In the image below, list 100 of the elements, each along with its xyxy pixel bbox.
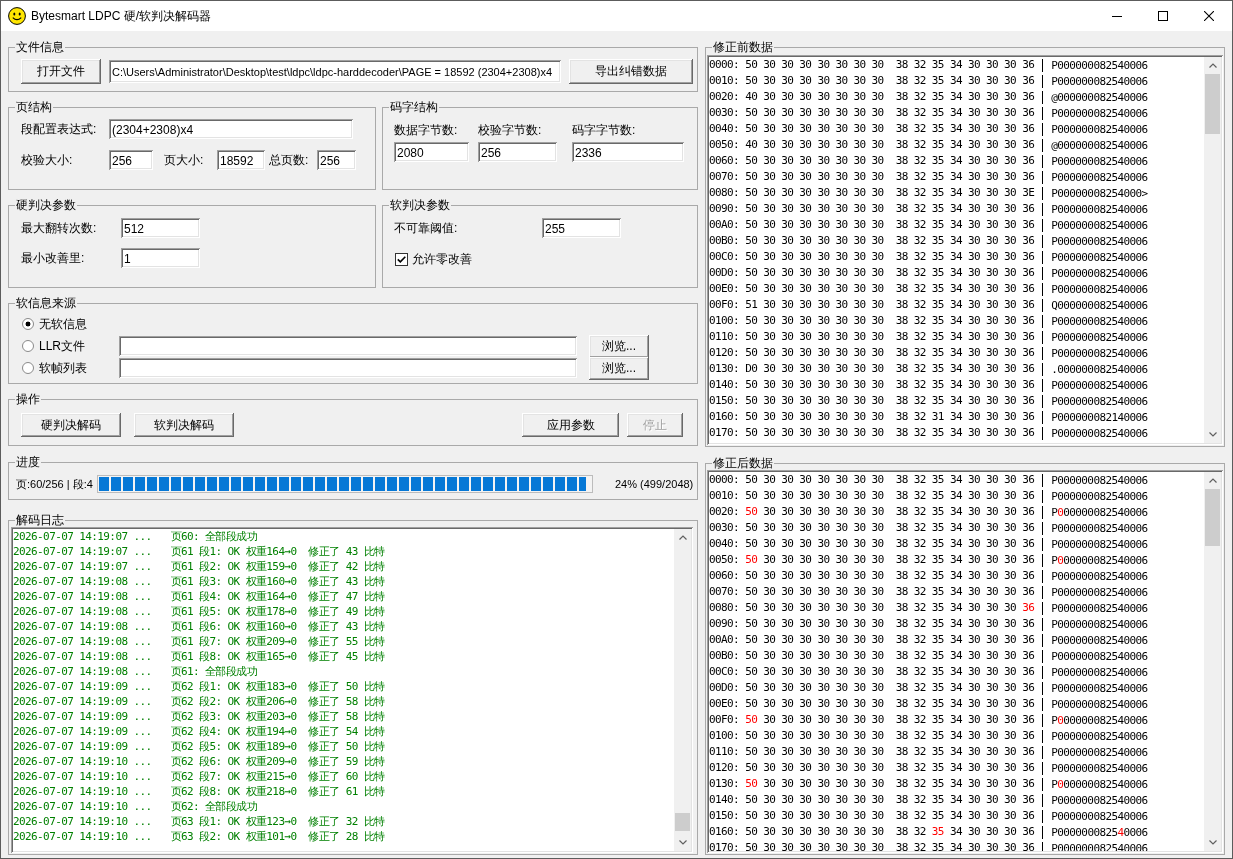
ascii-text: P000000082540006 (1042, 681, 1148, 695)
checkbox[interactable] (395, 252, 408, 266)
close-icon[interactable] (1204, 11, 1214, 21)
log-timestamp: 2026-07-07 14:19:09 ... (13, 724, 152, 739)
hex-offset: 0150: (709, 394, 740, 408)
scroll-down-icon[interactable] (1208, 840, 1217, 845)
field-label: 段配置表达式: (21, 122, 98, 136)
ascii-text: Q000000082540006 (1042, 298, 1148, 312)
maximize-icon[interactable] (1158, 11, 1168, 21)
hex-bytes: 50 30 30 30 30 30 30 30 38 32 35 34 30 30 30 36 (745, 649, 1035, 663)
hex-offset: 0070: (709, 170, 740, 184)
ascii-text: P000000082540006 (1042, 809, 1148, 823)
open-file-button[interactable]: 打开文件 (21, 59, 101, 84)
hex-bytes: 50 30 30 30 30 30 30 30 38 32 35 34 30 30 30 36 (745, 202, 1035, 216)
scroll-up-icon[interactable] (678, 535, 687, 540)
ascii-text: P000000082540006 (1042, 505, 1148, 519)
action-button[interactable]: 软判决解码 (134, 413, 234, 437)
log-timestamp: 2026-07-07 14:19:10 ... (13, 769, 152, 784)
ascii-text: P000000082540006 (1042, 426, 1148, 440)
log-timestamp: 2026-07-07 14:19:08 ... (13, 619, 152, 634)
hex-bytes: 50 30 30 30 30 30 30 30 38 32 35 34 30 30 30 36 (745, 697, 1035, 711)
number-field[interactable]: 512 (121, 218, 200, 238)
log-message: 页61: 全部段成功 (170, 664, 258, 679)
number-field[interactable]: 255 (542, 218, 621, 238)
number-field[interactable]: 2336 (572, 142, 684, 162)
hex-offset: 00B0: (709, 234, 740, 248)
log-message: 页62 段5: OK 权重189→0 修正了 50 比特 (170, 739, 385, 754)
expression-field[interactable]: (2304+2308)x4 (109, 119, 353, 139)
hex-offset: 0010: (709, 489, 740, 503)
hex-offset: 0110: (709, 745, 740, 759)
ascii-text: P000000082540006 (1042, 394, 1148, 408)
hex-bytes: 50 30 30 30 30 30 30 30 38 32 35 34 30 30 30 36 (745, 761, 1035, 775)
hex-bytes: 50 30 30 30 30 30 30 30 38 32 35 34 30 30 30 36 (745, 58, 1035, 72)
log-message: 页63 段1: OK 权重123→0 修正了 32 比特 (170, 814, 385, 829)
hex-offset: 00E0: (709, 282, 740, 296)
number-field[interactable]: 256 (317, 150, 356, 170)
hex-bytes: 50 30 30 30 30 30 30 30 38 32 35 34 30 30 30 36 (745, 170, 1035, 184)
scrollbar-thumb[interactable] (1205, 74, 1220, 134)
scrollbar-thumb[interactable] (1205, 489, 1220, 546)
action-button[interactable]: 硬判决解码 (21, 413, 121, 437)
log-timestamp: 2026-07-07 14:19:09 ... (13, 679, 152, 694)
scroll-up-icon[interactable] (1208, 63, 1217, 68)
hex-offset: 0060: (709, 569, 740, 583)
number-field[interactable]: 1 (121, 248, 200, 268)
scroll-down-icon[interactable] (678, 840, 687, 845)
ascii-text: P000000082540006 (1042, 170, 1148, 184)
action-button[interactable]: 应用参数 (522, 413, 619, 437)
hex-offset: 00D0: (709, 681, 740, 695)
hex-bytes: 50 30 30 30 30 30 30 30 38 32 35 34 30 30 30 36 (745, 154, 1035, 168)
field-label: 页大小: (164, 153, 205, 167)
hex-bytes: 50 30 30 30 30 30 30 30 38 32 35 34 30 30 30 36 (745, 74, 1035, 88)
minimize-icon[interactable] (1112, 15, 1122, 17)
log-message: 页61 段6: OK 权重160→0 修正了 43 比特 (170, 619, 385, 634)
scroll-down-icon[interactable] (1208, 432, 1217, 437)
file-path-field[interactable]: C:\Users\Administrator\Desktop\test\ldpc\ldpc-harddecoder\PAGE = 18592 (2304+2308)x4 (109, 60, 561, 83)
ascii-text: P000000082540006 (1042, 601, 1148, 615)
number-field[interactable]: 256 (109, 150, 153, 170)
ascii-text: P000000082540006 (1042, 473, 1148, 487)
radio-button[interactable] (22, 340, 34, 352)
hex-offset: 0170: (709, 426, 740, 440)
hex-bytes: 50 30 30 30 30 30 30 30 38 32 35 34 30 30 30 36 (745, 569, 1035, 583)
log-timestamp: 2026-07-07 14:19:09 ... (13, 709, 152, 724)
file-path-field[interactable] (119, 336, 577, 356)
hex-offset: 0030: (709, 106, 740, 120)
number-field[interactable]: 256 (478, 142, 557, 162)
radio-button[interactable] (22, 318, 34, 330)
hex-bytes: 50 30 30 30 30 30 30 30 38 32 35 34 30 30 30 36 (745, 601, 1035, 615)
scroll-up-icon[interactable] (1208, 478, 1217, 483)
checkbox-label: 允许零改善 (412, 252, 472, 266)
hex-bytes: 50 30 30 30 30 30 30 30 38 32 35 34 30 30 30 36 (745, 489, 1035, 503)
hex-offset: 0160: (709, 410, 740, 424)
field-label: 校验大小: (21, 153, 74, 167)
file-path-field[interactable] (119, 358, 577, 378)
log-message: 页63 段2: OK 权重101→0 修正了 28 比特 (170, 829, 385, 844)
log-timestamp: 2026-07-07 14:19:08 ... (13, 634, 152, 649)
export-button[interactable]: 导出纠错数据 (569, 59, 693, 84)
log-message: 页61 段7: OK 权重209→0 修正了 55 比特 (170, 634, 385, 649)
ascii-text: P000000082540006 (1042, 745, 1148, 759)
progress-summary: 24% (499/2048) (615, 477, 694, 491)
scrollbar[interactable] (1204, 472, 1221, 851)
hex-offset: 0100: (709, 729, 740, 743)
hex-bytes: 50 30 30 30 30 30 30 30 38 32 35 34 30 30 30 36 (745, 234, 1035, 248)
ascii-text: P000000082540006 (1042, 74, 1148, 88)
hex-bytes: 50 30 30 30 30 30 30 30 38 32 35 34 30 30 30 36 (745, 250, 1035, 264)
scrollbar[interactable] (1204, 57, 1221, 443)
hex-offset: 00D0: (709, 266, 740, 280)
radio-button[interactable] (22, 362, 34, 374)
hex-offset: 00C0: (709, 250, 740, 264)
browse-button[interactable]: 浏览... (589, 356, 649, 380)
hex-offset: 00A0: (709, 218, 740, 232)
scrollbar-thumb[interactable] (675, 813, 690, 831)
window-title: Bytesmart LDPC 硬/软判决解码器 (31, 7, 212, 25)
log-message: 页61 段3: OK 权重160→0 修正了 43 比特 (170, 574, 385, 589)
hex-bytes: 50 30 30 30 30 30 30 30 38 32 35 34 30 30 30 36 (745, 553, 1035, 567)
number-field[interactable]: 18592 (217, 150, 265, 170)
browse-button[interactable]: 浏览... (589, 334, 649, 358)
number-field[interactable]: 2080 (394, 142, 469, 162)
ascii-text: P000000082540006 (1042, 489, 1148, 503)
hex-offset: 0020: (709, 90, 740, 104)
scrollbar[interactable] (674, 529, 691, 851)
